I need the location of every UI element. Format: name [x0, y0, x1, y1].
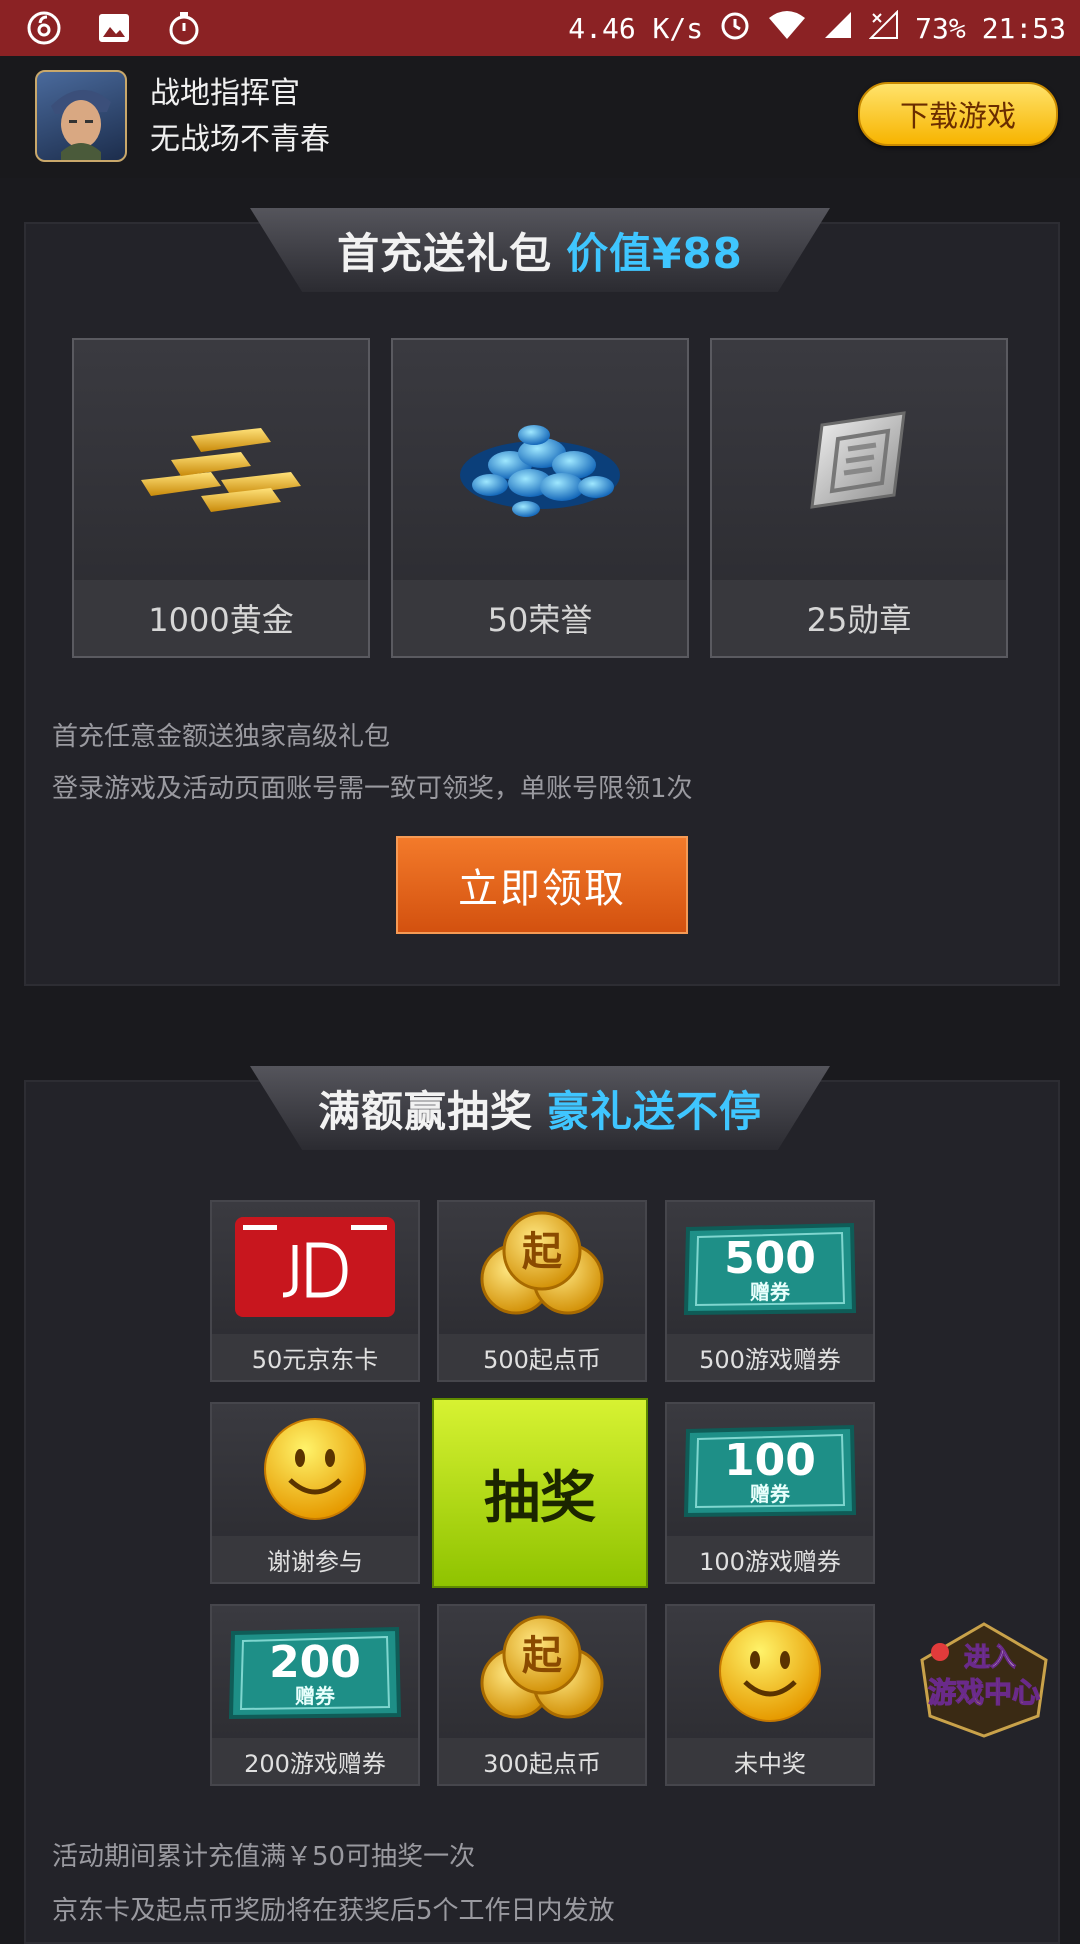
signal-icon — [823, 10, 853, 47]
first-charge-note-1: 首充任意金额送独家高级礼包 — [52, 722, 391, 752]
image-icon — [94, 8, 134, 48]
prize-label: 100游戏赠券 — [667, 1536, 873, 1582]
gift-label: 25勋章 — [712, 580, 1006, 656]
ticket-icon: 100 赠券 — [667, 1404, 873, 1534]
ticket-text: 赠券 — [750, 1280, 791, 1304]
prize-label: 300起点币 — [439, 1738, 645, 1784]
app-name: 战地指挥官 — [150, 76, 300, 111]
ticket-value: 500 — [724, 1233, 816, 1284]
gift-card-honor: 50荣誉 — [391, 338, 689, 658]
app-download-header: 战地指挥官 无战场不青春 下载游戏 — [0, 56, 1080, 178]
first-charge-banner: 首充送礼包 价值¥88 — [250, 208, 830, 292]
claim-now-button[interactable]: 立即领取 — [396, 836, 688, 934]
prize-cell-no-prize: 未中奖 — [665, 1604, 875, 1786]
signal-no-sim-icon — [868, 9, 899, 47]
banner-title: 首充送礼包 — [337, 228, 553, 278]
prize-cell-ticket-500: 500 赠券 500游戏赠券 — [665, 1200, 875, 1382]
smiley-icon — [212, 1404, 418, 1534]
gold-bars-icon — [74, 340, 368, 580]
clock: 21:53 — [981, 11, 1066, 45]
lottery-note-2: 京东卡及起点币奖励将在获奖后5个工作日内发放 — [52, 1896, 615, 1926]
prize-label: 50元京东卡 — [212, 1334, 418, 1380]
blue-gems-icon — [393, 340, 687, 580]
prize-label: 500起点币 — [439, 1334, 645, 1380]
game-center-button[interactable]: 进入 游戏中心 — [910, 1620, 1058, 1738]
alarm-icon — [719, 9, 751, 48]
medal-icon — [712, 340, 1006, 580]
banner-title: 满额赢抽奖 — [317, 1086, 533, 1136]
prize-cell-coins-500: 起 500起点币 — [437, 1200, 647, 1382]
draw-lottery-button[interactable]: 抽奖 — [432, 1398, 648, 1588]
ticket-value: 200 — [269, 1637, 361, 1688]
app-icon[interactable] — [35, 70, 127, 162]
netease-music-icon — [24, 8, 64, 48]
smiley-icon — [667, 1606, 873, 1736]
prize-cell-ticket-200: 200 赠券 200游戏赠券 — [210, 1604, 420, 1786]
network-speed: 4.46 K/s — [568, 11, 704, 45]
coins-icon: 起 — [439, 1202, 645, 1332]
gift-card-gold: 1000黄金 — [72, 338, 370, 658]
prize-label: 500游戏赠券 — [667, 1334, 873, 1380]
lottery-banner: 满额赢抽奖 豪礼送不停 — [250, 1066, 830, 1150]
prize-cell-ticket-100: 100 赠券 100游戏赠券 — [665, 1402, 875, 1584]
jd-card-icon — [212, 1202, 418, 1332]
coins-icon: 起 — [439, 1606, 645, 1736]
prize-cell-thanks: 谢谢参与 — [210, 1402, 420, 1584]
status-bar: 4.46 K/s 73% 21:53 — [0, 0, 1080, 56]
lottery-note-1: 活动期间累计充值满￥50可抽奖一次 — [52, 1842, 476, 1872]
prize-cell-coins-300: 起 300起点币 — [437, 1604, 647, 1786]
battery-level: 73% — [915, 11, 966, 45]
ticket-value: 100 — [724, 1435, 816, 1486]
coin-char: 起 — [522, 1229, 563, 1275]
ticket-icon: 200 赠券 — [212, 1606, 418, 1736]
prize-label: 未中奖 — [667, 1738, 873, 1784]
coin-char: 起 — [522, 1633, 563, 1679]
banner-highlight: 豪礼送不停 — [547, 1086, 763, 1136]
gift-label: 50荣誉 — [393, 580, 687, 656]
prize-label: 谢谢参与 — [212, 1536, 418, 1582]
prize-label: 200游戏赠券 — [212, 1738, 418, 1784]
gift-card-medal: 25勋章 — [710, 338, 1008, 658]
game-center-line1: 进入 — [964, 1643, 1016, 1673]
timer-icon — [164, 8, 204, 48]
download-game-button[interactable]: 下载游戏 — [858, 82, 1058, 146]
ticket-text: 赠券 — [295, 1684, 336, 1708]
gift-label: 1000黄金 — [74, 580, 368, 656]
pin-icon — [931, 1643, 949, 1661]
banner-highlight: 价值¥88 — [566, 228, 743, 278]
first-charge-note-2: 登录游戏及活动页面账号需一致可领奖，单账号限领1次 — [52, 774, 693, 804]
prize-cell-jd-card: 50元京东卡 — [210, 1200, 420, 1382]
wifi-icon — [767, 10, 807, 47]
ticket-icon: 500 赠券 — [667, 1202, 873, 1332]
app-slogan: 无战场不青春 — [150, 122, 330, 157]
ticket-text: 赠券 — [750, 1482, 791, 1506]
game-center-line2: 游戏中心 — [928, 1676, 1040, 1709]
